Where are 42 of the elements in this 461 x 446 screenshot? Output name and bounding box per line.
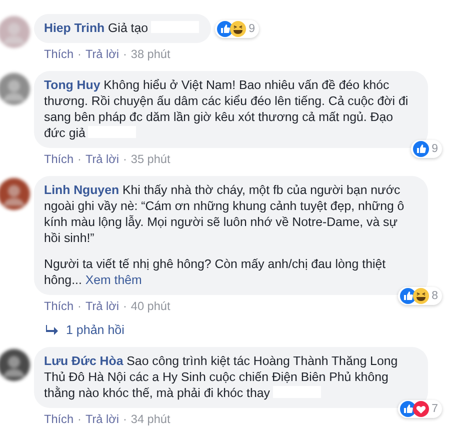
comment-text: Linh Nguyen Khi thấy nhà thờ cháy, một fb của người bạn nước ngoài ghi vầy nè: “Cám ơn những khung cảnh tuyệt đẹp, những ô kính màu lộng lẫy. Mọi người sẽ luôn nhớ về Notre-Dame, và sự hồi sinh!”: [44, 182, 406, 246]
comment-action-link[interactable]: Trả lời: [85, 47, 119, 61]
separator-dot: ·: [122, 152, 127, 166]
separator-dot: ·: [122, 47, 127, 61]
separator-dot: ·: [78, 412, 82, 426]
reaction-count: 7: [432, 402, 438, 417]
reaction-badge[interactable]: 9: [410, 140, 442, 158]
separator-dot: ·: [122, 299, 127, 313]
reaction-count: 8: [432, 289, 438, 304]
comment-time: 40 phút: [130, 299, 170, 313]
separator-dot: ·: [78, 299, 82, 313]
author-name[interactable]: Tong Huy: [44, 78, 100, 92]
comment-time: 34 phút: [130, 412, 170, 426]
separator-dot: ·: [78, 47, 82, 61]
comment-action-link[interactable]: Trả lời: [85, 299, 119, 313]
comment-text: Hiep Trinh Giả tạo: [44, 20, 199, 36]
replies-link[interactable]: 1 phản hồi: [66, 323, 124, 337]
author-name[interactable]: Linh Nguyen: [44, 183, 120, 197]
comment-time: 38 phút: [130, 47, 170, 61]
comment-time: 35 phút: [130, 152, 170, 166]
comment-action-link[interactable]: Thích: [44, 299, 74, 313]
comment-action-link[interactable]: Thích: [44, 47, 74, 61]
separator-dot: ·: [78, 152, 82, 166]
separator-dot: ·: [122, 412, 127, 426]
comment-text: Người ta viết tế nhị ghê hông? Còn mấy anh/chị đau lòng thiệt hông... Xem thêm: [44, 256, 387, 288]
reaction-count: 9: [248, 22, 255, 37]
comment-action-link[interactable]: Thích: [44, 152, 74, 166]
author-name[interactable]: Hiep Trinh: [44, 21, 105, 35]
comment-action-link[interactable]: Thích: [44, 412, 74, 426]
author-name[interactable]: Lưu Đức Hòa: [44, 354, 124, 368]
reply-arrow-icon: [46, 325, 58, 335]
see-more-link[interactable]: Xem thêm: [85, 273, 142, 287]
avatar[interactable]: [0, 178, 30, 210]
reaction-count: 9: [432, 142, 438, 157]
comment-action-link[interactable]: Trả lời: [85, 152, 119, 166]
comment-text: Tong Huy Không hiểu ở Việt Nam! Bao nhiêu vấn đề đéo khóc thương. Rồi chuyện ấu dâm các kiểu đéo lên tiếng. Cả cuộc đời đi sang bên pháp đc dăm lần giờ kêu xót thương cả mất ngủ. Đạo đức giả: [44, 77, 410, 141]
reaction-badge[interactable]: 7: [398, 400, 442, 418]
comment-text: Lưu Đức Hòa Sao công trình kiệt tác Hoàng Thành Thăng Long Thủ Đô Hà Nội các a Hy Sinh cuộc chiến Điện Biên Phủ không thằng nào khóc thế, mà phải đi khóc thay: [44, 353, 399, 401]
comment-action-link[interactable]: Trả lời: [85, 412, 119, 426]
reaction-badge[interactable]: 8: [398, 287, 442, 305]
reaction-badge[interactable]: 9: [214, 20, 259, 38]
avatar[interactable]: [0, 349, 30, 381]
